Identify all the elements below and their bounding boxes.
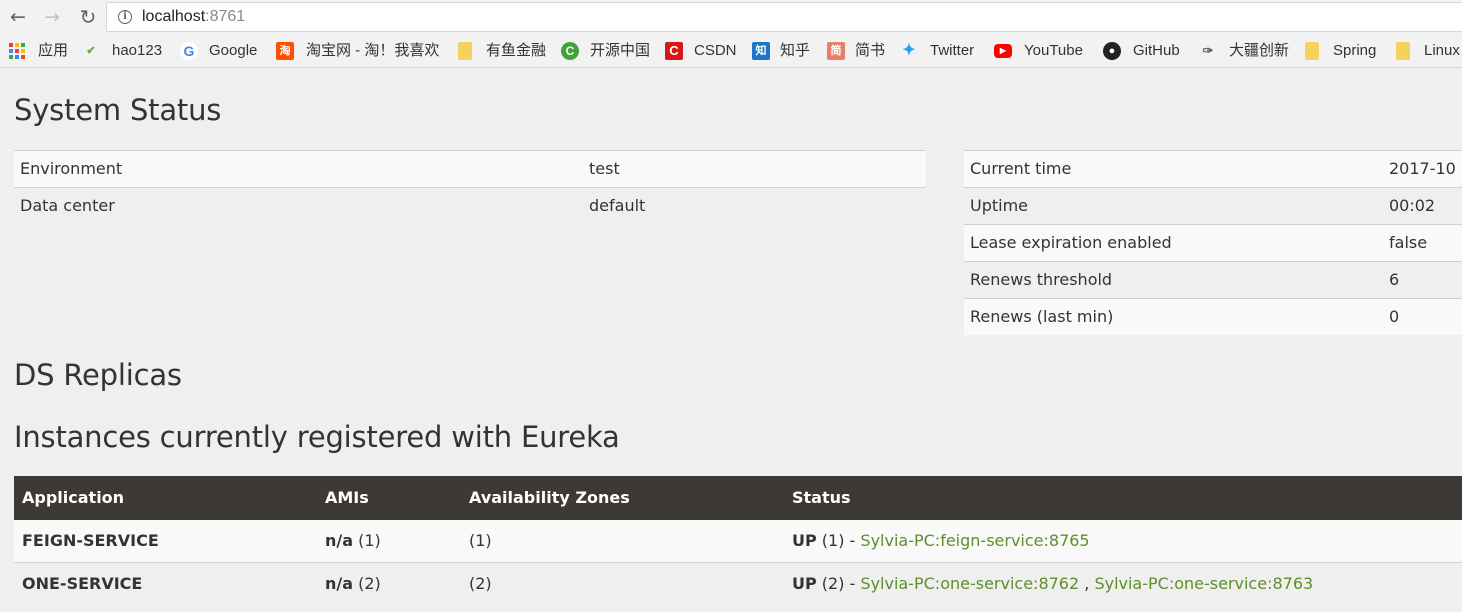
status-row-data-center: Data center default [14,187,926,224]
status-value: false [1389,233,1428,252]
bookmark-label: GitHub [1133,42,1180,59]
column-header-application: Application [22,488,125,507]
column-header-amis: AMIs [325,488,369,507]
zhihu-icon: 知 [752,42,770,60]
status-value: UP [792,531,817,550]
bookmark-label: 知乎 [780,42,811,59]
bookmark-label: YouTube [1024,42,1083,59]
status-row-renews-last-min: Renews (last min) 0 [964,298,1462,335]
ami-count: (2) [353,574,381,593]
url-port: :8761 [205,8,246,25]
instance-link[interactable]: Sylvia-PC:feign-service:8765 [860,531,1089,550]
url-host: localhost [142,8,206,25]
bookmark-label: 大疆创新 [1229,42,1290,59]
status-count: (1) - [816,531,861,550]
reload-icon[interactable]: ↻ [76,5,100,29]
table-row: ONE-SERVICE n/a (2) (2) UP (2) - Sylvia-… [14,563,1462,606]
status-row-environment: Environment test [14,150,926,187]
system-status-title: System Status [14,93,222,127]
csdn-icon: C [665,42,683,60]
amis-cell: n/a (1) [325,520,381,562]
github-icon: ● [1103,42,1121,60]
twitter-icon: ✦ [902,42,916,59]
bookmark-label: Google [209,42,258,59]
amis-cell: n/a (2) [325,563,381,605]
hao123-icon: ✔ [86,45,96,57]
instance-link[interactable]: Sylvia-PC:one-service:8762 [860,574,1079,593]
status-value: UP [792,574,817,593]
column-header-status: Status [792,488,851,507]
status-label: Current time [970,159,1072,178]
bookmark-label: CSDN [694,42,737,59]
bookmarks-bar: 应用 ✔ hao123 G Google 淘 淘宝网 - 淘！我喜欢 有鱼金融 … [0,34,1462,68]
google-icon: G [180,42,198,60]
status-row-current-time: Current time 2017-10 [964,150,1462,187]
status-value: test [589,159,620,178]
application-name: FEIGN-SERVICE [22,531,159,550]
table-row: FEIGN-SERVICE n/a (1) (1) UP (1) - Sylvi… [14,520,1462,563]
status-count: (2) - [816,574,861,593]
address-bar[interactable]: i localhost:8761 [106,2,1462,32]
taobao-icon: 淘 [276,42,294,60]
status-cell: UP (2) - Sylvia-PC:one-service:8762 , Sy… [792,563,1313,605]
status-label: Renews threshold [970,270,1113,289]
folder-icon [458,42,472,60]
oschina-icon: C [561,42,579,60]
instances-table-header: Application AMIs Availability Zones Stat… [14,476,1462,520]
ami-value: n/a [325,574,354,593]
status-row-uptime: Uptime 00:02 [964,187,1462,224]
bookmark-label: Spring [1333,42,1377,59]
bookmark-label: 开源中国 [590,42,651,59]
status-value: 6 [1389,270,1400,289]
zones-cell: (1) [469,531,492,550]
apps-grid-icon [9,43,25,59]
dji-icon: ✑ [1202,43,1214,58]
status-value: 2017-10 [1389,159,1456,178]
ds-replicas-title: DS Replicas [14,358,182,392]
status-label: Environment [20,159,123,178]
back-arrow-icon[interactable]: ← [6,5,30,29]
bookmark-label: 应用 [38,42,69,59]
ami-count: (1) [353,531,381,550]
status-value: default [589,196,646,215]
column-header-availability-zones: Availability Zones [469,488,630,507]
status-cell: UP (1) - Sylvia-PC:feign-service:8765 [792,520,1090,562]
info-icon[interactable]: i [118,10,132,24]
url-text[interactable]: localhost:8761 [142,8,245,26]
bookmark-label: 淘宝网 - 淘！我喜欢 [306,42,440,59]
browser-toolbar: ← → ↻ i localhost:8761 [0,0,1462,34]
status-row-renews-threshold: Renews threshold 6 [964,261,1462,298]
bookmark-label: 有鱼金融 [486,42,547,59]
status-label: Renews (last min) [970,307,1114,326]
ami-value: n/a [325,531,354,550]
link-separator: , [1079,574,1095,593]
forward-arrow-icon[interactable]: → [40,5,64,29]
status-value: 0 [1389,307,1400,326]
youtube-icon: ▶ [994,44,1012,58]
bookmark-label: Linux [1424,42,1460,59]
bookmark-label: Twitter [930,42,975,59]
folder-icon [1305,42,1319,60]
instance-link[interactable]: Sylvia-PC:one-service:8763 [1094,574,1313,593]
jianshu-icon: 简 [827,42,845,60]
status-row-lease-expiration: Lease expiration enabled false [964,224,1462,261]
status-value: 00:02 [1389,196,1436,215]
status-label: Lease expiration enabled [970,233,1172,252]
application-name: ONE-SERVICE [22,574,143,593]
status-label: Data center [20,196,115,215]
bookmark-label: hao123 [112,42,163,59]
folder-icon [1396,42,1410,60]
status-label: Uptime [970,196,1029,215]
zones-cell: (2) [469,574,492,593]
bookmark-label: 简书 [855,42,886,59]
instances-title: Instances currently registered with Eure… [14,420,620,454]
